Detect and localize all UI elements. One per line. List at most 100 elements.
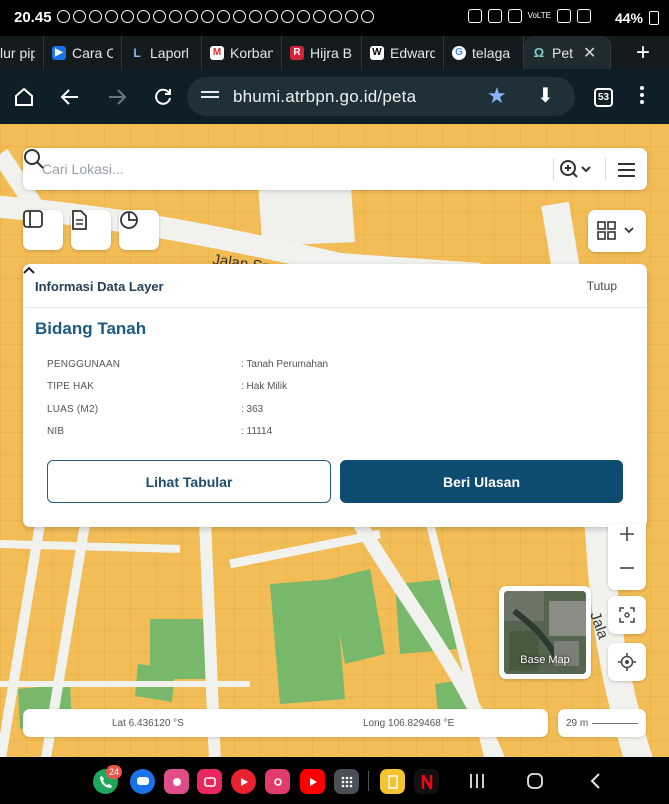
document-button[interactable] [71, 210, 111, 250]
scale-bar [592, 723, 638, 724]
notes-app-icon[interactable] [380, 769, 405, 794]
tab-title: telaga [472, 44, 511, 61]
home-nav-button[interactable] [520, 767, 550, 795]
close-tab-icon[interactable]: ✕ [583, 43, 596, 63]
forward-button[interactable] [97, 69, 137, 124]
video-player-app-icon[interactable] [231, 769, 256, 794]
attribute-label: LUAS (M2) [47, 404, 99, 415]
scale-text: 29 m [566, 718, 589, 729]
browser-menu-icon[interactable] [640, 86, 644, 107]
tab[interactable]: R Hijra B [282, 36, 362, 69]
download-icon[interactable]: ⬇ [537, 83, 554, 108]
search-icon[interactable] [23, 148, 45, 170]
sidebar-toggle-button[interactable] [23, 210, 63, 250]
zoom-controls [608, 524, 646, 590]
home-circle-icon [527, 773, 543, 789]
url-bar[interactable]: bhumi.atrbpn.go.id/peta ★ ⬇ [187, 77, 575, 116]
document-icon [72, 210, 87, 230]
latitude-text: Lat 6.436120 °S [112, 718, 184, 729]
zoom-in-button[interactable] [619, 526, 635, 542]
attribute-row: TIPE HAK : Hak Milik [47, 381, 607, 397]
map-view[interactable]: Jalan Sm Jala Cari Lokasi... Informasi D… [0, 124, 669, 757]
attribute-value: : Tanah Perumahan [241, 359, 329, 370]
attribute-row: LUAS (M2) : 363 [47, 404, 607, 420]
base-map-label: Base Map [520, 654, 570, 666]
new-tab-button[interactable]: + [617, 39, 669, 67]
tab[interactable]: lur pip [0, 36, 44, 69]
mute-icon [487, 9, 502, 23]
home-button[interactable] [4, 69, 44, 124]
notification-badge: 24 [106, 765, 123, 779]
parcel-title: Bidang Tanah [35, 319, 147, 338]
netflix-app-icon[interactable] [414, 769, 439, 794]
tab-title: Hijra B [310, 44, 353, 61]
bhumi-icon: Ω [533, 45, 545, 60]
attribute-label: PENGGUNAAN [47, 359, 121, 370]
location-search-box[interactable]: Cari Lokasi... [23, 148, 647, 190]
panel-title: Informasi Data Layer [35, 279, 164, 294]
screen-recorder-app-icon[interactable] [197, 769, 222, 794]
give-review-button[interactable]: Beri Ulasan [340, 460, 623, 503]
status-time: 20.45 [14, 9, 52, 26]
site-settings-icon[interactable] [201, 88, 219, 104]
battery-percent: 44% [614, 10, 643, 26]
tab-strip: lur pip ▶ Cara Cc L Laporl M Korban R Hi… [0, 36, 669, 69]
tab[interactable]: M Korban [202, 36, 282, 69]
longitude-text: Long 106.829468 °E [363, 718, 455, 729]
forward-icon [109, 88, 127, 105]
signal-2-icon [577, 9, 591, 23]
satellite-thumbnail: Base Map [504, 591, 586, 674]
dock-divider [368, 771, 369, 791]
tab[interactable]: ▶ Cara Cc [44, 36, 122, 69]
hamburger-menu-icon[interactable] [605, 158, 639, 180]
notification-icons [57, 10, 374, 23]
tab[interactable]: G telaga [444, 36, 524, 69]
zoom-in-icon [560, 160, 591, 178]
camera-app-icon[interactable] [265, 769, 290, 794]
zoom-to-button[interactable] [553, 158, 593, 180]
attribute-row: PENGGUNAAN : Tanah Perumahan [47, 359, 607, 375]
coordinate-readout: Lat 6.436120 °S Long 106.829468 °E [23, 709, 548, 737]
locate-icon [618, 653, 636, 671]
fullscreen-button[interactable] [608, 596, 646, 634]
back-nav-button[interactable] [580, 767, 610, 795]
home-icon [15, 87, 33, 106]
search-input[interactable]: Cari Lokasi... [42, 161, 124, 177]
tab-active[interactable]: Ω Pet ✕ [524, 36, 611, 69]
base-map-switcher[interactable]: Base Map [499, 586, 591, 679]
tab-title: Edward [390, 44, 435, 61]
tab[interactable]: L Laporl [122, 36, 202, 69]
pie-chart-icon [120, 211, 138, 229]
attribute-label: TIPE HAK [47, 381, 95, 392]
tab[interactable]: W Edward [362, 36, 444, 69]
network-label: VoLTE [527, 11, 551, 20]
gmail-icon: M [210, 45, 224, 60]
chevron-up-icon[interactable] [23, 264, 35, 276]
attribute-value: : 363 [241, 404, 264, 415]
layer-switcher-button[interactable] [588, 210, 646, 252]
my-location-button[interactable] [608, 643, 646, 681]
statistics-button[interactable] [119, 210, 159, 250]
zoom-out-button[interactable] [619, 560, 635, 576]
bookmark-star-icon[interactable]: ★ [487, 83, 507, 109]
reload-button[interactable] [143, 69, 183, 124]
back-button[interactable] [50, 69, 90, 124]
grid-icon [597, 221, 634, 240]
tab-switcher-button[interactable]: 53 [594, 88, 613, 107]
url-text[interactable]: bhumi.atrbpn.go.id/peta [233, 87, 416, 107]
google-icon: G [452, 45, 466, 60]
chevron-left-icon [590, 773, 600, 789]
laporan-icon: L [133, 45, 141, 60]
gallery-app-icon[interactable] [164, 769, 189, 794]
attribute-label: NIB [47, 426, 65, 437]
close-panel-button[interactable]: Tutup [587, 279, 617, 293]
messages-app-icon[interactable] [130, 769, 155, 794]
app-drawer-icon[interactable] [334, 769, 359, 794]
r-icon: R [290, 45, 304, 60]
sidebar-icon [23, 210, 43, 228]
youtube-app-icon[interactable] [300, 769, 325, 794]
tab-title: lur pip [0, 44, 35, 61]
view-tabular-button[interactable]: Lihat Tabular [47, 460, 331, 503]
status-bar: 20.45 VoLTE 44% [0, 0, 669, 36]
recent-apps-button[interactable] [462, 767, 492, 795]
